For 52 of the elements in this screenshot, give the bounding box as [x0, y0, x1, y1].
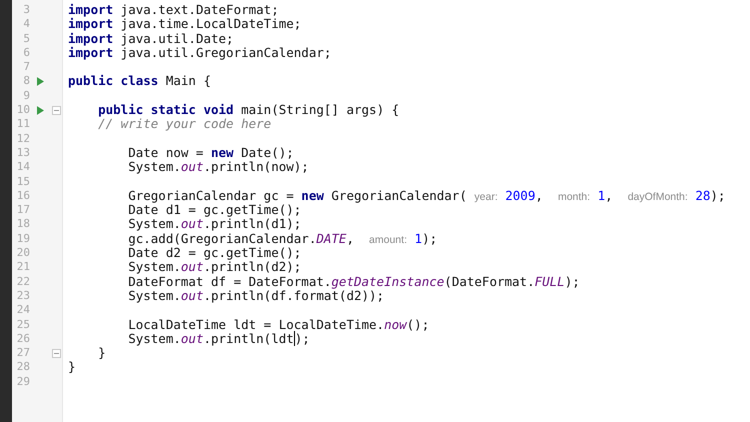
code-line: Date d2 = gc.getTime();: [127, 245, 302, 260]
code-line: public static void main(String[] args) {: [97, 102, 400, 118]
code-line: GregorianCalendar gc = new GregorianCalendar( year: 2009, month: 1, dayOfMonth: 28);: [127, 188, 726, 203]
line-number: 7: [22, 60, 30, 74]
line-number: 11: [16, 117, 30, 132]
code-line: import java.util.Date;: [68, 30, 234, 46]
line-number: 9: [22, 88, 30, 104]
code-line: DateFormat df = DateFormat.getDateInstance(DateFormat.FULL);: [127, 274, 580, 289]
line-number: 4: [22, 17, 30, 32]
line-number: 14: [16, 160, 30, 175]
code-line: System.out.println(df.format(d2));: [127, 288, 384, 303]
line-number: 8: [22, 74, 30, 89]
line-number: 18: [16, 217, 30, 232]
line-number: 13: [16, 146, 30, 160]
code-line: import java.time.LocalDateTime;: [68, 16, 302, 32]
code-line: }: [68, 359, 76, 374]
line-number: 5: [22, 32, 30, 46]
code-line: Date d1 = gc.getTime();: [127, 202, 302, 218]
line-number: 20: [16, 246, 30, 260]
code-line: System.out.println(now);: [127, 159, 309, 174]
run-icon[interactable]: [36, 106, 44, 115]
code-line: LocalDateTime ldt = LocalDateTime.now();: [127, 316, 430, 332]
code-line: import java.util.GregorianCalendar;: [68, 44, 332, 60]
code-line: }: [97, 345, 106, 360]
line-number: 29: [16, 374, 30, 390]
code-line: import java.text.DateFormat;: [68, 2, 279, 17]
line-number: 16: [16, 188, 30, 204]
line-number: 24: [16, 303, 30, 318]
line-number: 23: [16, 288, 30, 304]
line-number: 25: [16, 318, 30, 332]
line-number: 28: [16, 360, 30, 375]
line-number: 3: [22, 3, 30, 18]
line-number: 17: [16, 203, 30, 218]
line-number: 15: [16, 174, 30, 189]
line-number: 12: [16, 132, 30, 146]
line-number: 21: [16, 260, 30, 275]
code-line: public class Main {: [68, 73, 211, 88]
line-number: 10: [16, 103, 30, 118]
fold-icon[interactable]: [52, 348, 60, 358]
line-number: 27: [16, 346, 30, 360]
code-line: System.out.println(d2);: [127, 259, 302, 274]
code-line: gc.add(GregorianCalendar.DATE, amount: 1);: [127, 230, 438, 246]
code-line: System.out.println(d1);: [127, 216, 302, 232]
code-line: System.out.println(ldt);: [127, 330, 310, 346]
line-number: 6: [22, 46, 30, 60]
line-number: 19: [16, 232, 30, 246]
fold-icon[interactable]: [52, 106, 60, 115]
line-number: 26: [16, 332, 30, 346]
run-icon[interactable]: [36, 77, 44, 86]
code-line: // write your code here: [97, 116, 272, 132]
line-number: 22: [16, 274, 30, 289]
code-line: Date now = new Date();: [127, 144, 294, 160]
